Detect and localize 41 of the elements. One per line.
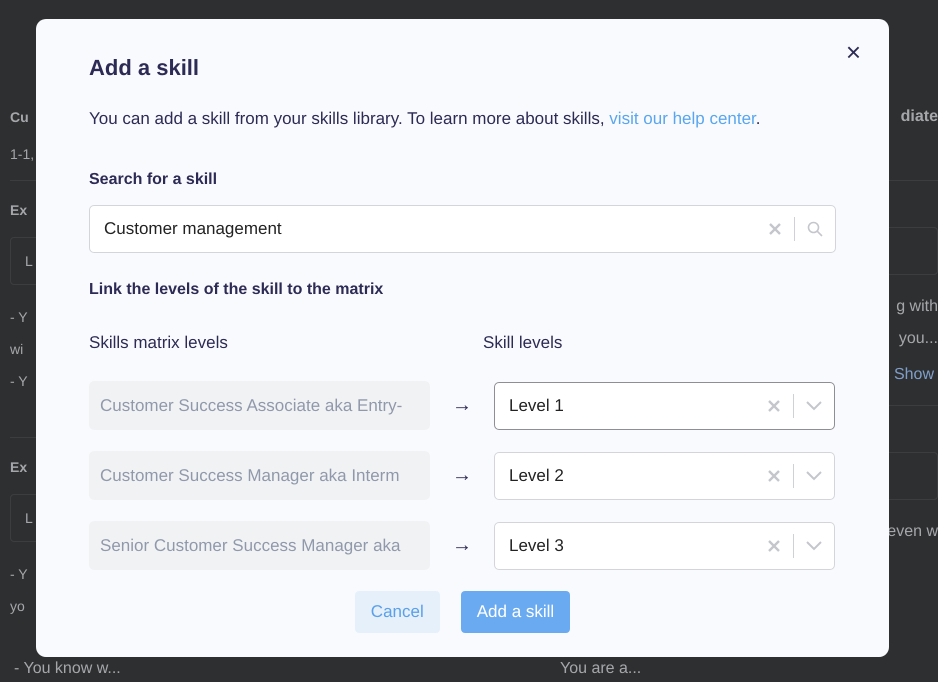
matrix-level-field: Customer Success Manager aka Interm xyxy=(89,451,430,500)
background-text: - Y xyxy=(10,565,28,584)
background-link[interactable]: Show xyxy=(894,355,938,395)
level-select[interactable]: Level 2 xyxy=(494,452,835,500)
section-label: Link the levels of the skill to the matrix xyxy=(89,281,384,299)
background-text: wi xyxy=(10,340,24,359)
close-button[interactable]: × xyxy=(842,39,865,65)
chevron-down-icon[interactable] xyxy=(806,540,822,550)
background-text: you... xyxy=(898,329,938,349)
background-text: - Y xyxy=(10,308,28,327)
background-heading: Cu xyxy=(10,108,29,127)
background-heading: Ex xyxy=(10,458,28,477)
clear-icon[interactable] xyxy=(767,398,781,412)
search-field[interactable]: Customer management xyxy=(89,205,836,253)
search-icon[interactable] xyxy=(807,221,823,237)
chevron-down-icon[interactable] xyxy=(806,400,822,410)
level-select[interactable]: Level 1 xyxy=(494,382,835,430)
column-header: Skills matrix levels xyxy=(89,333,229,353)
search-label: Search for a skill xyxy=(89,171,218,189)
clear-icon[interactable] xyxy=(768,222,782,236)
level-select[interactable]: Level 3 xyxy=(494,522,835,570)
background-heading: diate xyxy=(900,107,938,127)
background-text: g with xyxy=(896,297,938,317)
clear-icon[interactable] xyxy=(767,538,781,552)
column-header: Skill levels xyxy=(483,333,564,353)
background-text: - You know w... xyxy=(14,659,122,678)
background-text: yo xyxy=(10,597,25,616)
dialog-title: Add a skill xyxy=(89,55,200,81)
arrow-text: → xyxy=(452,534,472,557)
matrix-level-field: Customer Success Associate aka Entry- xyxy=(89,381,430,430)
background-text: - Y xyxy=(10,372,28,391)
arrow-text: → xyxy=(452,394,472,417)
arrow-text: → xyxy=(452,464,472,487)
background-text: You are a... xyxy=(560,659,642,678)
background-text: 1-1, xyxy=(10,145,34,164)
matrix-level-field: Senior Customer Success Manager aka xyxy=(89,521,430,570)
background-text: even w xyxy=(887,522,938,542)
chevron-down-icon[interactable] xyxy=(806,470,822,480)
background-heading: Ex xyxy=(10,201,28,220)
clear-icon[interactable] xyxy=(767,468,781,482)
intro-text: You can add a skill from your skills library. To learn more about skills, visit our help center. xyxy=(89,109,762,129)
